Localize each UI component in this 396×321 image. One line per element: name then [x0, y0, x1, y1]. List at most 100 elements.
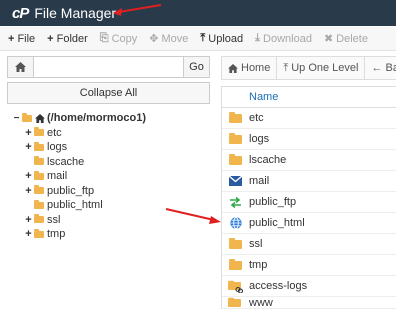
home-icon: [228, 63, 238, 73]
go-button[interactable]: Go: [184, 56, 210, 78]
table-row[interactable]: mail: [222, 171, 396, 192]
plus-icon: +: [47, 32, 54, 45]
level-up-icon: ⤒: [283, 61, 289, 74]
folder-icon: [34, 214, 44, 224]
file-name: public_ftp: [249, 196, 297, 208]
move-icon: ✥: [149, 33, 159, 45]
home-icon: [35, 113, 45, 123]
back-button[interactable]: ← Bac: [365, 57, 396, 79]
file-name: tmp: [249, 259, 268, 271]
globe-icon: [229, 217, 242, 229]
file-name: public_html: [249, 217, 305, 229]
up-one-level-button[interactable]: ⤒ Up One Level: [277, 57, 366, 79]
home-button[interactable]: [7, 56, 33, 78]
folder-icon: [229, 132, 242, 144]
tree-item-lscache[interactable]: lscache: [24, 155, 146, 170]
file-name: access-logs: [249, 280, 308, 292]
file-name: etc: [249, 112, 264, 124]
table-row[interactable]: access-logs: [222, 276, 396, 297]
file-list-panel: Home ⤒ Up One Level ← Bac Name etc logs …: [221, 51, 396, 321]
delete-icon: ✖: [323, 33, 334, 45]
new-file-label: File: [17, 32, 36, 45]
tree-item-label: mail: [47, 170, 68, 183]
folder-icon: [229, 111, 242, 123]
directory-tree-panel: Go Collapse All − (/home/mormoco1) + etc…: [0, 51, 215, 321]
tree-item-label: public_html: [47, 199, 103, 212]
move-label: Move: [161, 32, 189, 45]
tree-item-public-ftp[interactable]: + public_ftp: [24, 184, 146, 199]
move-button[interactable]: ✥ Move: [149, 32, 189, 46]
mail-icon: [229, 176, 242, 186]
file-name: mail: [249, 175, 270, 187]
expand-icon[interactable]: +: [24, 127, 33, 139]
table-row[interactable]: lscache: [222, 150, 396, 171]
folder-icon: [229, 237, 242, 249]
tree-item-public-html[interactable]: public_html: [24, 198, 146, 213]
table-row[interactable]: ssl: [222, 234, 396, 255]
tree-item-mail[interactable]: + mail: [24, 169, 146, 184]
tree-item-label: logs: [47, 141, 68, 154]
home-nav-button[interactable]: Home: [222, 57, 278, 79]
tree-root-label: (/home/mormoco1): [47, 112, 147, 125]
tree-item-label: etc: [47, 126, 62, 139]
folder-icon: [34, 127, 44, 137]
download-icon: ⤓: [255, 32, 261, 44]
tree-item-ssl[interactable]: + ssl: [24, 213, 146, 228]
file-name: logs: [249, 133, 270, 145]
table-row[interactable]: public_ftp: [222, 192, 396, 213]
table-row[interactable]: logs: [222, 129, 396, 150]
expand-icon[interactable]: +: [24, 214, 33, 226]
tree-item-tmp[interactable]: + tmp: [24, 227, 146, 242]
folder-link-icon: [228, 280, 243, 293]
path-input[interactable]: [33, 56, 184, 78]
tree-item-etc[interactable]: + etc: [24, 126, 146, 141]
collapse-all-button[interactable]: Collapse All: [7, 82, 210, 104]
folder-icon: [34, 170, 44, 180]
table-row[interactable]: www: [222, 297, 396, 309]
file-name: lscache: [249, 154, 287, 166]
copy-label: Copy: [111, 32, 138, 45]
back-label: Bac: [385, 62, 396, 74]
new-folder-label: Folder: [56, 32, 88, 45]
folder-icon: [229, 153, 242, 165]
cpanel-logo: cP: [12, 4, 29, 22]
download-button[interactable]: ⤓ Download: [255, 32, 312, 45]
up-one-level-label: Up One Level: [291, 62, 359, 74]
folder-icon: [34, 185, 44, 195]
copy-button[interactable]: ⎘ Copy: [100, 32, 138, 45]
expand-icon[interactable]: +: [24, 170, 33, 182]
navigation-bar: Home ⤒ Up One Level ← Bac: [221, 56, 396, 80]
expand-icon[interactable]: +: [24, 185, 33, 197]
tree-item-label: public_ftp: [47, 184, 95, 197]
toolbar: + File + Folder ⎘ Copy ✥ Move ⤒ Upload ⤓…: [0, 27, 396, 51]
title-bar: cP File Manager: [0, 0, 396, 26]
file-name: ssl: [249, 238, 263, 250]
file-table: Name etc logs lscache mail public_ftp pu…: [221, 86, 396, 309]
upload-icon: ⤒: [200, 32, 206, 44]
file-name: www: [249, 297, 273, 309]
delete-button[interactable]: ✖ Delete: [323, 32, 368, 46]
new-folder-button[interactable]: + Folder: [47, 33, 88, 45]
name-column-header[interactable]: Name: [222, 87, 396, 108]
home-icon: [15, 62, 26, 72]
folder-icon: [34, 228, 44, 238]
table-row[interactable]: etc: [222, 108, 396, 129]
download-label: Download: [263, 32, 312, 45]
new-file-button[interactable]: + File: [8, 33, 35, 45]
expand-icon[interactable]: +: [24, 228, 33, 240]
tree-item-label: tmp: [47, 228, 66, 241]
tree-root[interactable]: − (/home/mormoco1): [12, 111, 146, 126]
folder-icon: [34, 141, 44, 151]
page-title: File Manager: [34, 5, 117, 21]
upload-button[interactable]: ⤒ Upload: [200, 32, 243, 45]
collapse-icon[interactable]: −: [12, 113, 21, 124]
delete-label: Delete: [336, 32, 368, 45]
table-row[interactable]: public_html: [222, 213, 396, 234]
directory-tree: − (/home/mormoco1) + etc + logs lscache: [12, 111, 146, 242]
expand-icon[interactable]: +: [24, 141, 33, 153]
folder-link-icon: [228, 297, 241, 307]
plus-icon: +: [8, 32, 15, 45]
upload-label: Upload: [208, 32, 244, 45]
tree-item-logs[interactable]: + logs: [24, 140, 146, 155]
table-row[interactable]: tmp: [222, 255, 396, 276]
